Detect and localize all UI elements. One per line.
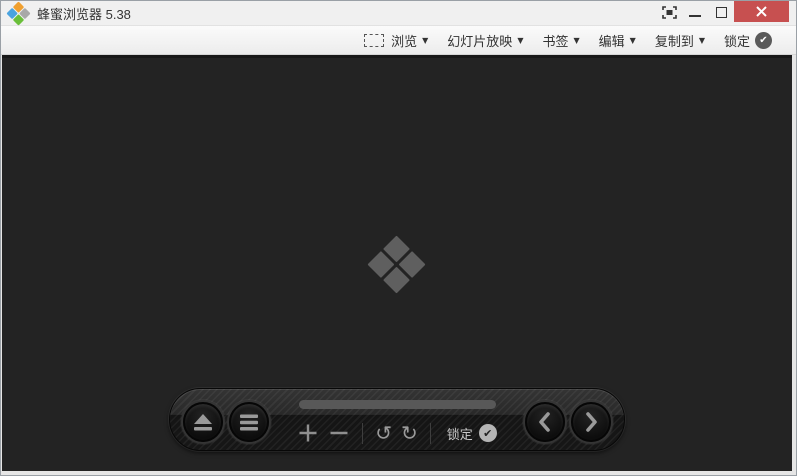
- dropdown-arrow-icon: ▼: [630, 36, 636, 45]
- menu-label: 书签: [542, 31, 568, 50]
- menu-label: 复制到: [655, 31, 694, 50]
- lock-check-icon: ✔: [755, 32, 772, 49]
- app-window: 蜂蜜浏览器 5.38 浏览: [0, 0, 797, 476]
- minimize-button[interactable]: [682, 1, 708, 23]
- close-button[interactable]: [734, 1, 789, 22]
- zoom-slider[interactable]: [299, 400, 496, 409]
- menu-label: 幻灯片放映: [447, 31, 512, 50]
- icon-row: ↺ ↻ 锁定 ✔: [297, 422, 497, 444]
- next-button[interactable]: [571, 402, 611, 442]
- maximize-icon: [716, 7, 727, 18]
- maximize-button[interactable]: [708, 1, 734, 23]
- dropdown-arrow-icon: ▼: [422, 36, 428, 45]
- bar-lock-toggle[interactable]: 锁定 ✔: [447, 424, 497, 443]
- dropdown-arrow-icon: ▼: [699, 36, 705, 45]
- app-logo-icon: [6, 2, 30, 25]
- playback-bar-center: ↺ ↻ 锁定 ✔: [275, 389, 519, 444]
- toolbar-menu-edit[interactable]: 编辑 ▼: [599, 31, 636, 50]
- toolbar-menu-copy-to[interactable]: 复制到 ▼: [655, 31, 705, 50]
- playback-bar: ↺ ↻ 锁定 ✔: [169, 388, 625, 451]
- menu-label: 浏览: [391, 31, 417, 50]
- rotate-cw-icon[interactable]: ↻: [401, 422, 418, 444]
- browse-frame-icon: [364, 34, 384, 47]
- divider: [430, 423, 431, 444]
- toolbar-menu-bookmarks[interactable]: 书签 ▼: [542, 31, 579, 50]
- minimize-icon: [689, 15, 701, 17]
- dropdown-arrow-icon: ▼: [517, 36, 523, 45]
- toolbar: 浏览 ▼ 幻灯片放映 ▼ 书签 ▼ 编辑 ▼ 复制到 ▼ 锁定 ✔: [1, 26, 796, 55]
- prev-icon: [534, 410, 556, 434]
- dropdown-arrow-icon: ▼: [573, 36, 579, 45]
- lock-label: 锁定: [447, 424, 473, 443]
- menu-icon: [239, 414, 259, 431]
- toolbar-menu-slideshow[interactable]: 幻灯片放映 ▼: [447, 31, 523, 50]
- menu-label: 编辑: [599, 31, 625, 50]
- toolbar-lock-toggle[interactable]: 锁定 ✔: [724, 31, 772, 50]
- lock-label: 锁定: [724, 31, 750, 50]
- eject-icon: [192, 413, 214, 432]
- fullscreen-icon: [662, 6, 677, 19]
- viewer-canvas[interactable]: ↺ ↻ 锁定 ✔: [2, 55, 792, 471]
- toolbar-menu-browse[interactable]: 浏览 ▼: [364, 31, 428, 50]
- watermark-logo: [376, 244, 417, 285]
- app-title: 蜂蜜浏览器 5.38: [37, 4, 131, 23]
- next-icon: [580, 410, 602, 434]
- eject-button[interactable]: [183, 402, 223, 442]
- lock-check-icon: ✔: [479, 424, 497, 442]
- prev-button[interactable]: [525, 402, 565, 442]
- divider: [362, 423, 363, 444]
- zoom-in-icon[interactable]: [297, 422, 319, 444]
- window-controls: [656, 1, 796, 25]
- title-bar: 蜂蜜浏览器 5.38: [1, 1, 796, 26]
- rotate-ccw-icon[interactable]: ↺: [375, 422, 392, 444]
- fullscreen-button[interactable]: [656, 1, 682, 23]
- close-icon: [755, 5, 768, 18]
- menu-button[interactable]: [229, 402, 269, 442]
- zoom-out-icon[interactable]: [328, 422, 350, 444]
